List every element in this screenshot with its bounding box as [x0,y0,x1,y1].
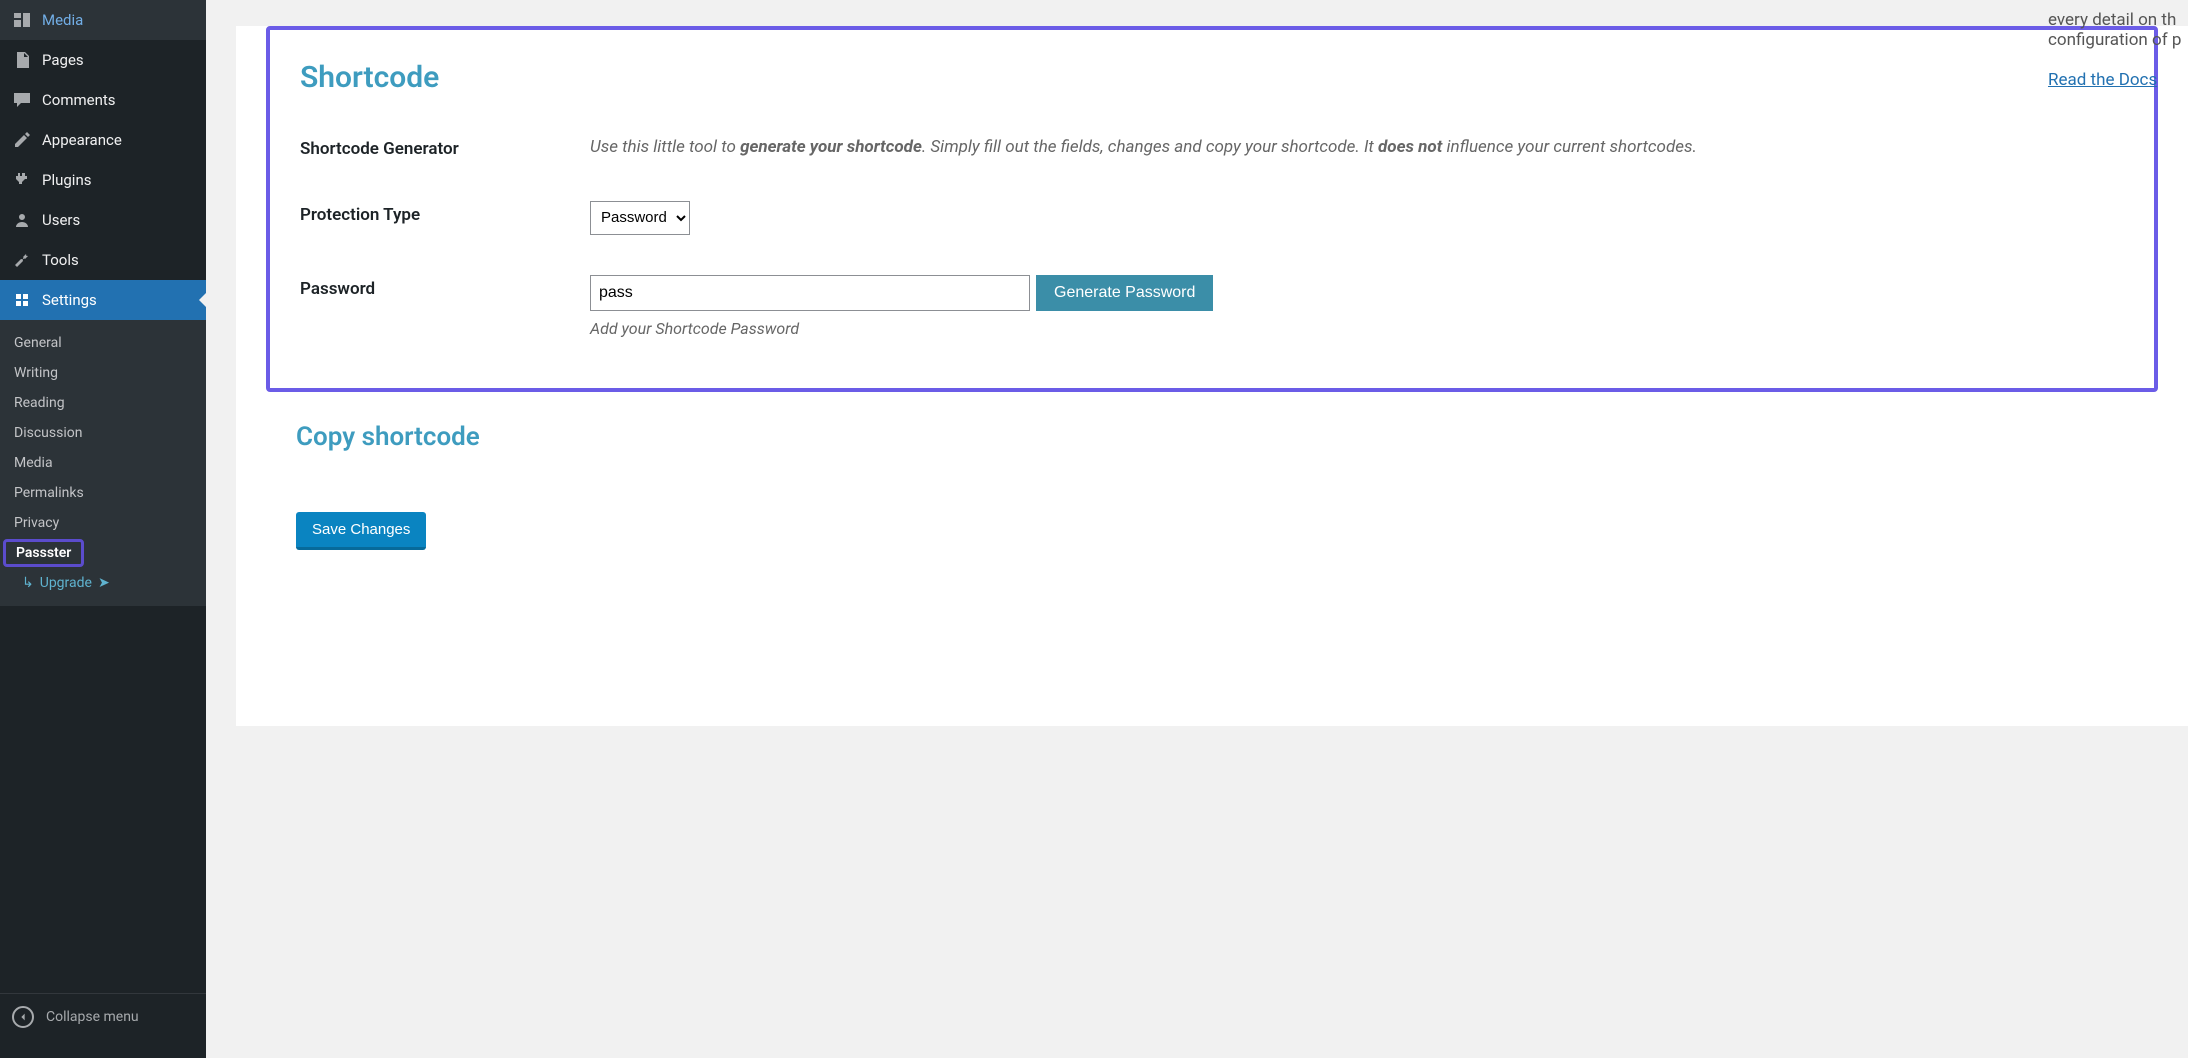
sidebar-item-label: Plugins [42,171,91,189]
submenu-reading[interactable]: Reading [0,388,206,418]
row-shortcode-generator: Shortcode Generator Use this little tool… [300,135,2124,161]
sidebar-item-label: Tools [42,251,79,269]
users-icon [12,210,32,230]
sidebar-item-pages[interactable]: Pages [0,40,206,80]
sidebar-item-label: Pages [42,51,84,69]
label-protection-type: Protection Type [300,201,590,225]
sidebar-item-label: Media [42,11,83,29]
read-docs-link[interactable]: Read the Docs [2048,70,2157,90]
settings-icon [12,290,32,310]
sidebar-item-tools[interactable]: Tools [0,240,206,280]
upgrade-indent-icon: ↳ [22,575,34,591]
box-title: Shortcode [300,60,2124,95]
submenu-upgrade[interactable]: ↳ Upgrade ➤ [0,568,206,598]
sidebar-item-appearance[interactable]: Appearance [0,120,206,160]
sidebar-item-label: Appearance [42,131,122,149]
plugins-icon [12,170,32,190]
main-content: every detail on th configuration of p Re… [206,0,2188,1058]
sidebar-item-label: Settings [42,291,97,309]
copy-shortcode-link[interactable]: Copy shortcode [296,422,480,452]
collapse-label: Collapse menu [46,1009,139,1025]
submenu-passster[interactable]: Passster [3,539,84,567]
comments-icon [12,90,32,110]
sidebar-item-users[interactable]: Users [0,200,206,240]
sidebar-item-comments[interactable]: Comments [0,80,206,120]
row-protection-type: Protection Type Password [300,201,2124,235]
shortcode-settings-box: Shortcode Shortcode Generator Use this l… [266,26,2158,392]
docs-line: configuration of p [2048,30,2188,50]
submenu-discussion[interactable]: Discussion [0,418,206,448]
label-password: Password [300,275,590,299]
generator-description: Use this little tool to generate your sh… [590,135,2124,161]
docs-line: every detail on th [2048,10,2188,30]
send-icon: ➤ [98,575,110,591]
submenu-media[interactable]: Media [0,448,206,478]
settings-submenu: General Writing Reading Discussion Media… [0,320,206,606]
sidebar-item-plugins[interactable]: Plugins [0,160,206,200]
media-icon [12,10,32,30]
submenu-item-label: Upgrade [40,575,92,591]
generate-password-button[interactable]: Generate Password [1036,275,1213,311]
protection-type-select[interactable]: Password [590,201,690,235]
submenu-privacy[interactable]: Privacy [0,508,206,538]
sidebar-item-media[interactable]: Media [0,0,206,40]
admin-sidebar: Media Pages Comments Appearance Plugins [0,0,206,1058]
submenu-general[interactable]: General [0,328,206,358]
save-changes-button[interactable]: Save Changes [296,512,426,550]
submenu-writing[interactable]: Writing [0,358,206,388]
appearance-icon [12,130,32,150]
collapse-menu[interactable]: Collapse menu [0,993,206,1058]
submenu-permalinks[interactable]: Permalinks [0,478,206,508]
collapse-icon [12,1006,34,1028]
pages-icon [12,50,32,70]
sidebar-item-settings[interactable]: Settings [0,280,206,320]
password-input[interactable] [590,275,1030,311]
docs-sidebar-fragment: every detail on th configuration of p Re… [2048,10,2188,90]
sidebar-item-label: Comments [42,91,116,109]
password-helper: Add your Shortcode Password [590,319,2124,338]
tools-icon [12,250,32,270]
row-password: Password Generate Password Add your Shor… [300,275,2124,338]
label-generator: Shortcode Generator [300,135,590,159]
sidebar-item-label: Users [42,211,80,229]
